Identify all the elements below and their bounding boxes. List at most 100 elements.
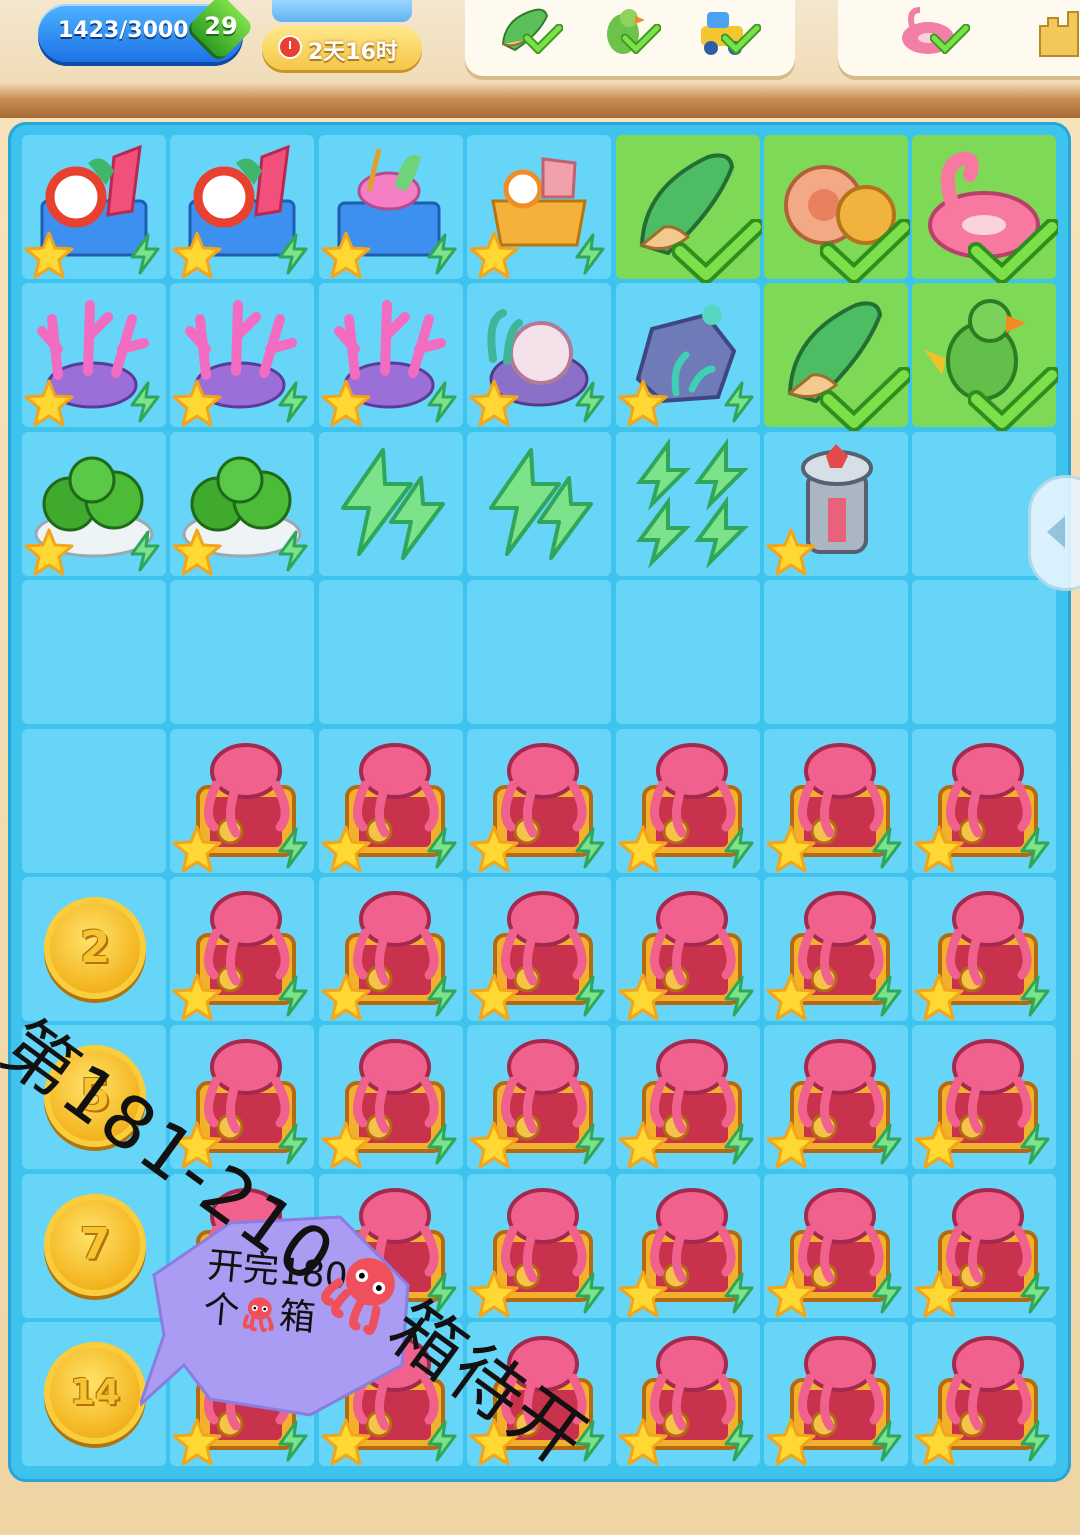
star-icon <box>766 973 816 1021</box>
energy-bolt-icon <box>278 530 308 572</box>
board-cell[interactable] <box>467 283 612 428</box>
energy-bolt-icon <box>872 1272 902 1314</box>
event-tab[interactable] <box>272 0 412 22</box>
board-cell[interactable] <box>170 728 315 873</box>
board-cell[interactable] <box>22 728 166 873</box>
star-icon <box>24 231 74 279</box>
order-card-1[interactable] <box>465 0 795 76</box>
energy-bolt-icon <box>872 1420 902 1462</box>
event-timer[interactable]: 2天16时 <box>262 26 422 70</box>
board-cell[interactable] <box>615 135 762 283</box>
board-cell[interactable] <box>764 283 910 432</box>
board-cell[interactable] <box>912 580 1057 725</box>
board-cell[interactable] <box>318 877 463 1021</box>
board-cell[interactable] <box>318 728 463 873</box>
coin-value: 7 <box>79 1218 111 1270</box>
star-icon <box>914 1121 964 1169</box>
star-icon <box>914 973 964 1021</box>
star-icon <box>172 528 222 576</box>
board-cell[interactable] <box>764 1025 908 1170</box>
board-cell[interactable] <box>318 135 463 279</box>
board-cell[interactable] <box>912 1173 1057 1318</box>
board-cell[interactable] <box>467 1173 612 1318</box>
energy-bolt-icon <box>1020 827 1050 869</box>
star-icon <box>469 973 519 1021</box>
board-cell[interactable] <box>764 1322 908 1467</box>
energy-bolt-icon <box>575 1123 605 1165</box>
board-cell[interactable] <box>170 283 315 428</box>
xp-text: 1423/3000 <box>58 18 189 43</box>
board-cell[interactable] <box>764 1173 908 1318</box>
star-icon <box>469 1121 519 1169</box>
board-cell[interactable] <box>912 135 1059 283</box>
board-cell[interactable] <box>912 877 1057 1021</box>
board-cell[interactable] <box>912 1322 1057 1467</box>
board-cell[interactable] <box>22 580 166 725</box>
star-icon <box>469 379 519 427</box>
top-bar: 1423/3000 29 2天16时 <box>0 0 1080 118</box>
board-cell[interactable] <box>764 135 910 283</box>
energy-bolt-icon <box>1020 1272 1050 1314</box>
gold-coin-icon[interactable]: 7 <box>44 1193 146 1296</box>
board-cell[interactable] <box>467 135 612 279</box>
board-cell[interactable] <box>318 283 463 428</box>
gold-coin-icon[interactable]: 2 <box>44 897 146 999</box>
board-cell[interactable] <box>912 283 1059 432</box>
board-cell[interactable] <box>170 580 315 725</box>
star-icon <box>766 1270 816 1318</box>
board-cell[interactable] <box>615 283 760 428</box>
side-panel-toggle-button[interactable] <box>1028 475 1080 591</box>
gold-coin-icon[interactable]: 14 <box>44 1342 146 1445</box>
board-cell[interactable] <box>615 728 760 873</box>
board-cell[interactable] <box>467 1025 612 1170</box>
board-cell[interactable] <box>615 580 760 725</box>
star-icon <box>914 1418 964 1466</box>
board-cell[interactable] <box>615 877 760 1021</box>
octopus-emoji-icon <box>242 1297 274 1333</box>
board-cell[interactable] <box>467 431 612 576</box>
board-cell[interactable] <box>467 728 612 873</box>
board-cell[interactable] <box>170 431 315 576</box>
board-cell[interactable] <box>615 431 760 576</box>
board-cell[interactable] <box>764 431 908 576</box>
energy-bolt-icon <box>872 827 902 869</box>
energy-bolt-icon <box>575 827 605 869</box>
clock-icon <box>278 35 302 59</box>
energy-bolt-icon <box>130 530 160 572</box>
energy-bolt-icon <box>130 233 160 275</box>
coin-value: 14 <box>69 1372 121 1414</box>
board-cell[interactable] <box>22 431 166 576</box>
board-cell[interactable] <box>22 283 166 428</box>
energy-bolt-icon <box>724 827 754 869</box>
star-icon <box>321 825 371 873</box>
star-icon <box>172 1418 222 1466</box>
check-icon <box>930 24 970 54</box>
board-cell[interactable] <box>615 1025 760 1170</box>
board-cell[interactable] <box>615 1173 760 1318</box>
order-card-2[interactable] <box>838 0 1080 76</box>
star-icon <box>321 379 371 427</box>
board-cell[interactable] <box>318 1025 463 1170</box>
board-cell[interactable] <box>170 877 315 1021</box>
board-cell[interactable] <box>764 877 908 1021</box>
board-cell[interactable] <box>764 580 908 725</box>
board-cell[interactable] <box>764 728 908 873</box>
star-icon <box>914 825 964 873</box>
coin-value: 2 <box>79 922 111 973</box>
board-cell[interactable] <box>467 877 612 1021</box>
board-cell[interactable] <box>22 135 166 279</box>
sand-castle-icon <box>1034 4 1080 60</box>
star-icon <box>766 825 816 873</box>
energy-bolt-icon <box>278 1123 308 1165</box>
board-cell[interactable] <box>467 580 612 725</box>
board-cell[interactable] <box>318 431 463 576</box>
star-icon <box>618 1121 668 1169</box>
energy-bolt-icon <box>427 1123 457 1165</box>
energy-bolt-icon <box>724 975 754 1017</box>
board-cell[interactable] <box>170 135 315 279</box>
board-cell[interactable] <box>318 580 463 725</box>
star-icon <box>172 379 222 427</box>
board-cell[interactable] <box>912 728 1057 873</box>
board-cell[interactable] <box>912 1025 1057 1170</box>
board-cell[interactable] <box>615 1322 760 1467</box>
